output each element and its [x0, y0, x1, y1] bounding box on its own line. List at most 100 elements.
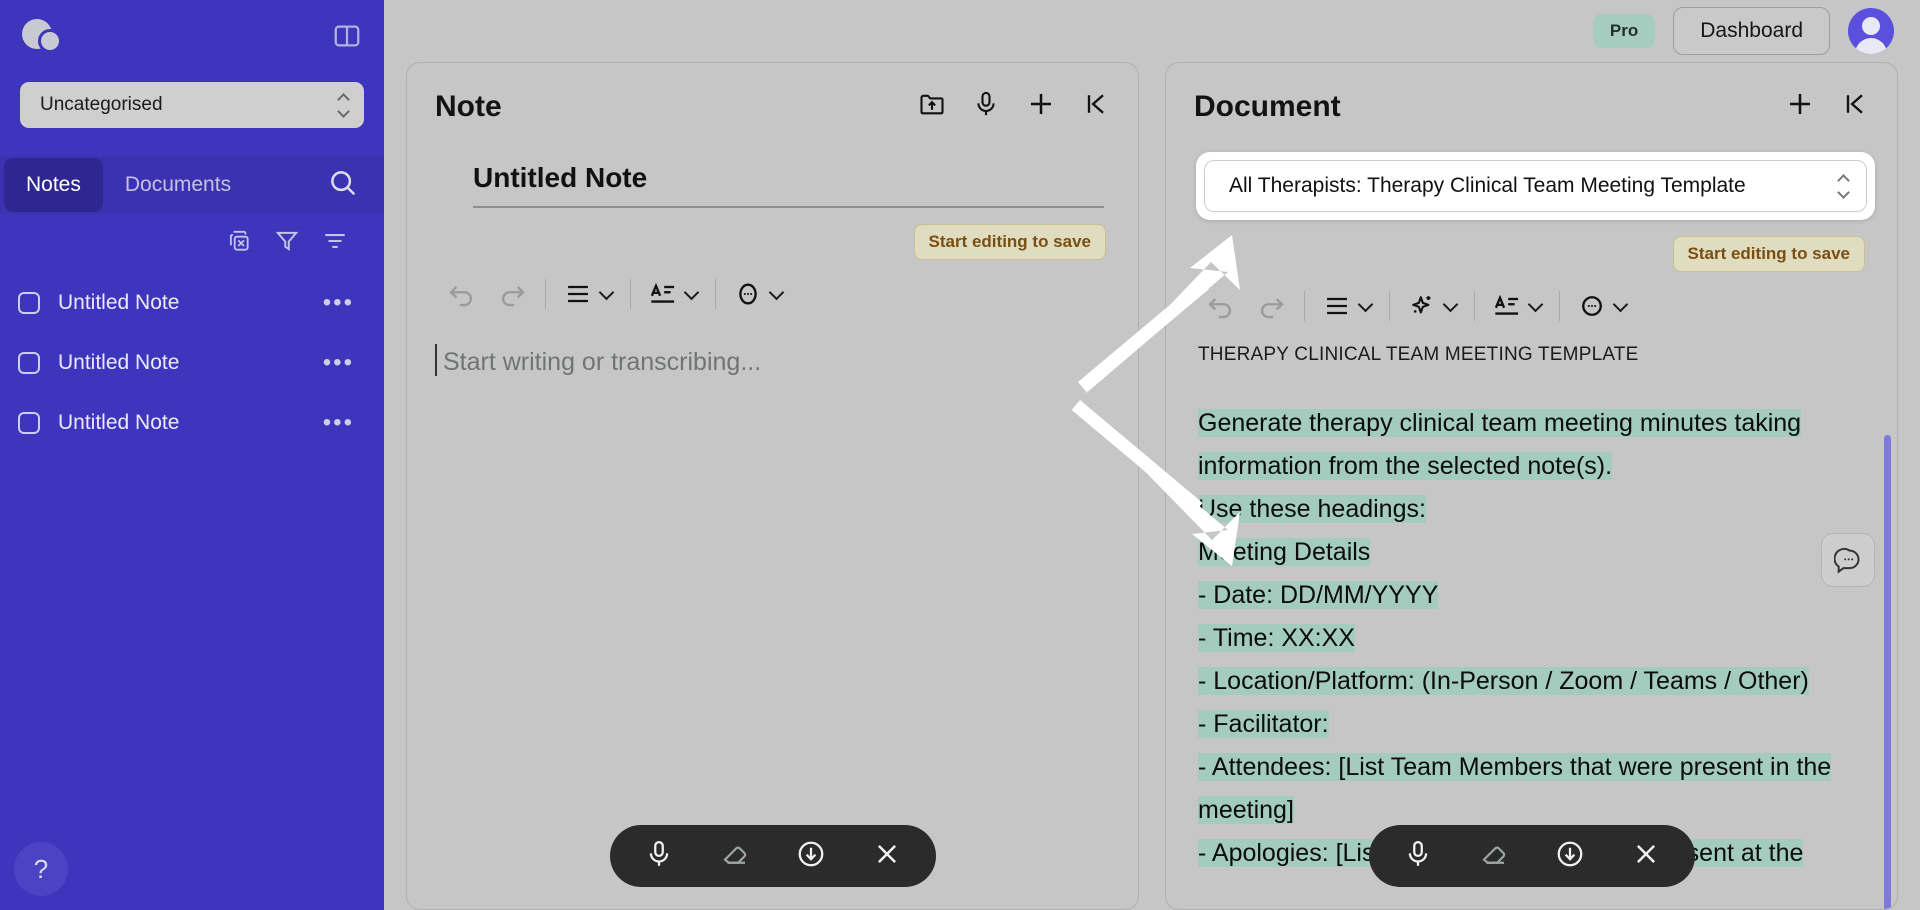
note-body-editor[interactable]: Start writing or transcribing...: [407, 314, 1138, 377]
more-options-icon[interactable]: [722, 274, 794, 314]
note-placeholder: Start writing or transcribing...: [443, 348, 761, 376]
note-title-wrap: Untitled Note: [407, 124, 1138, 208]
ai-sparkle-icon[interactable]: [1396, 286, 1468, 326]
note-checkbox[interactable]: [18, 412, 40, 434]
highlighted-text: Meeting Details: [1198, 538, 1370, 566]
highlighted-text: Use these headings:: [1198, 495, 1426, 523]
collapse-panel-icon[interactable]: [1841, 90, 1869, 123]
highlighted-text: - Facilitator:: [1198, 710, 1329, 738]
highlighted-text: - Location/Platform: (In-Person / Zoom /…: [1198, 667, 1809, 695]
app-logo: [22, 19, 68, 53]
document-scrollbar[interactable]: [1884, 435, 1891, 910]
chevron-updown-icon: [339, 95, 348, 116]
add-note-icon[interactable]: [1026, 89, 1056, 124]
template-select-value: All Therapists: Therapy Clinical Team Me…: [1229, 174, 1746, 198]
chevron-down-icon: [1443, 296, 1459, 312]
document-line: Meeting Details: [1198, 531, 1857, 574]
document-pane-actions: [1785, 89, 1869, 124]
tab-documents[interactable]: Documents: [103, 156, 253, 214]
toolbar-divider: [1474, 291, 1475, 321]
close-icon[interactable]: [872, 839, 902, 874]
dashboard-button[interactable]: Dashboard: [1673, 7, 1830, 55]
microphone-icon[interactable]: [972, 90, 1000, 123]
upload-folder-icon[interactable]: [918, 90, 946, 123]
note-menu-icon[interactable]: •••: [323, 289, 354, 317]
note-title-input[interactable]: Untitled Note: [473, 162, 1104, 208]
undo-icon[interactable]: [435, 274, 487, 314]
note-pane: Note: [406, 62, 1139, 910]
sidebar: Uncategorised Notes Documents: [0, 0, 384, 910]
note-title: Untitled Note: [58, 351, 323, 375]
note-editor-toolbar: [407, 260, 1138, 314]
note-save-hint-row: Start editing to save: [407, 208, 1138, 260]
filter-icon[interactable]: [274, 228, 300, 259]
paragraph-format-icon[interactable]: [1311, 286, 1383, 326]
text-caret: [435, 344, 437, 376]
notes-list: Untitled Note ••• Untitled Note ••• Unti…: [0, 265, 384, 453]
help-label: ?: [34, 854, 48, 885]
microphone-icon[interactable]: [644, 839, 674, 874]
download-icon[interactable]: [796, 839, 826, 874]
text-style-icon[interactable]: [637, 274, 709, 314]
document-pane: Document: [1165, 62, 1898, 910]
note-menu-icon[interactable]: •••: [323, 349, 354, 377]
document-line: Use these headings:: [1198, 488, 1857, 531]
add-document-icon[interactable]: [1785, 89, 1815, 124]
document-title: Document: [1194, 90, 1341, 124]
help-button[interactable]: ?: [14, 842, 68, 896]
undo-icon[interactable]: [1194, 286, 1246, 326]
panes: Note: [384, 62, 1920, 910]
highlighted-text: - Time: XX:XX: [1198, 624, 1355, 652]
save-hint-badge[interactable]: Start editing to save: [914, 224, 1106, 260]
document-line: - Location/Platform: (In-Person / Zoom /…: [1198, 660, 1857, 703]
microphone-icon[interactable]: [1403, 839, 1433, 874]
toolbar-divider: [715, 279, 716, 309]
eraser-icon[interactable]: [1479, 839, 1509, 874]
category-select[interactable]: Uncategorised: [20, 82, 364, 128]
list-item[interactable]: Untitled Note •••: [0, 333, 384, 393]
page-title: Note: [435, 90, 502, 124]
chevron-updown-icon: [1839, 176, 1848, 197]
app-root: Uncategorised Notes Documents: [0, 0, 1920, 910]
list-item[interactable]: Untitled Note •••: [0, 393, 384, 453]
toolbar-divider: [1304, 291, 1305, 321]
redo-icon[interactable]: [487, 274, 539, 314]
plan-badge[interactable]: Pro: [1593, 14, 1655, 48]
avatar[interactable]: [1848, 8, 1894, 54]
note-menu-icon[interactable]: •••: [323, 409, 354, 437]
panel-toggle-icon[interactable]: [332, 21, 362, 51]
document-line: - Facilitator:: [1198, 703, 1857, 746]
redo-icon[interactable]: [1246, 286, 1298, 326]
comment-bubble-icon[interactable]: [1821, 533, 1875, 587]
deselect-all-icon[interactable]: [226, 228, 252, 259]
template-selector-card: All Therapists: Therapy Clinical Team Me…: [1196, 152, 1875, 220]
chevron-down-icon: [1613, 296, 1629, 312]
paragraph-format-icon[interactable]: [552, 274, 624, 314]
list-item[interactable]: Untitled Note •••: [0, 273, 384, 333]
tab-notes[interactable]: Notes: [4, 158, 103, 212]
sort-icon[interactable]: [322, 228, 348, 259]
collapse-panel-icon[interactable]: [1082, 90, 1110, 123]
category-value: Uncategorised: [40, 94, 163, 116]
topbar: Pro Dashboard: [384, 0, 1920, 62]
document-body[interactable]: Generate therapy clinical team meeting m…: [1166, 366, 1897, 875]
close-icon[interactable]: [1631, 839, 1661, 874]
sidebar-top: [0, 0, 384, 72]
template-select[interactable]: All Therapists: Therapy Clinical Team Me…: [1204, 160, 1867, 212]
document-recording-dock: [1369, 825, 1695, 887]
download-icon[interactable]: [1555, 839, 1585, 874]
note-checkbox[interactable]: [18, 292, 40, 314]
save-hint-badge[interactable]: Start editing to save: [1673, 236, 1865, 272]
tab-notes-label: Notes: [26, 173, 81, 197]
more-options-icon[interactable]: [1566, 286, 1638, 326]
eraser-icon[interactable]: [720, 839, 750, 874]
search-icon[interactable]: [328, 168, 358, 203]
chevron-down-icon: [1358, 296, 1374, 312]
note-checkbox[interactable]: [18, 352, 40, 374]
category-selector-wrap: Uncategorised: [0, 72, 384, 128]
note-pane-actions: [918, 89, 1110, 124]
text-style-icon[interactable]: [1481, 286, 1553, 326]
chevron-down-icon: [769, 284, 785, 300]
highlighted-text: - Attendees: [List Team Members that wer…: [1198, 753, 1831, 824]
document-line: Generate therapy clinical team meeting m…: [1198, 402, 1857, 488]
